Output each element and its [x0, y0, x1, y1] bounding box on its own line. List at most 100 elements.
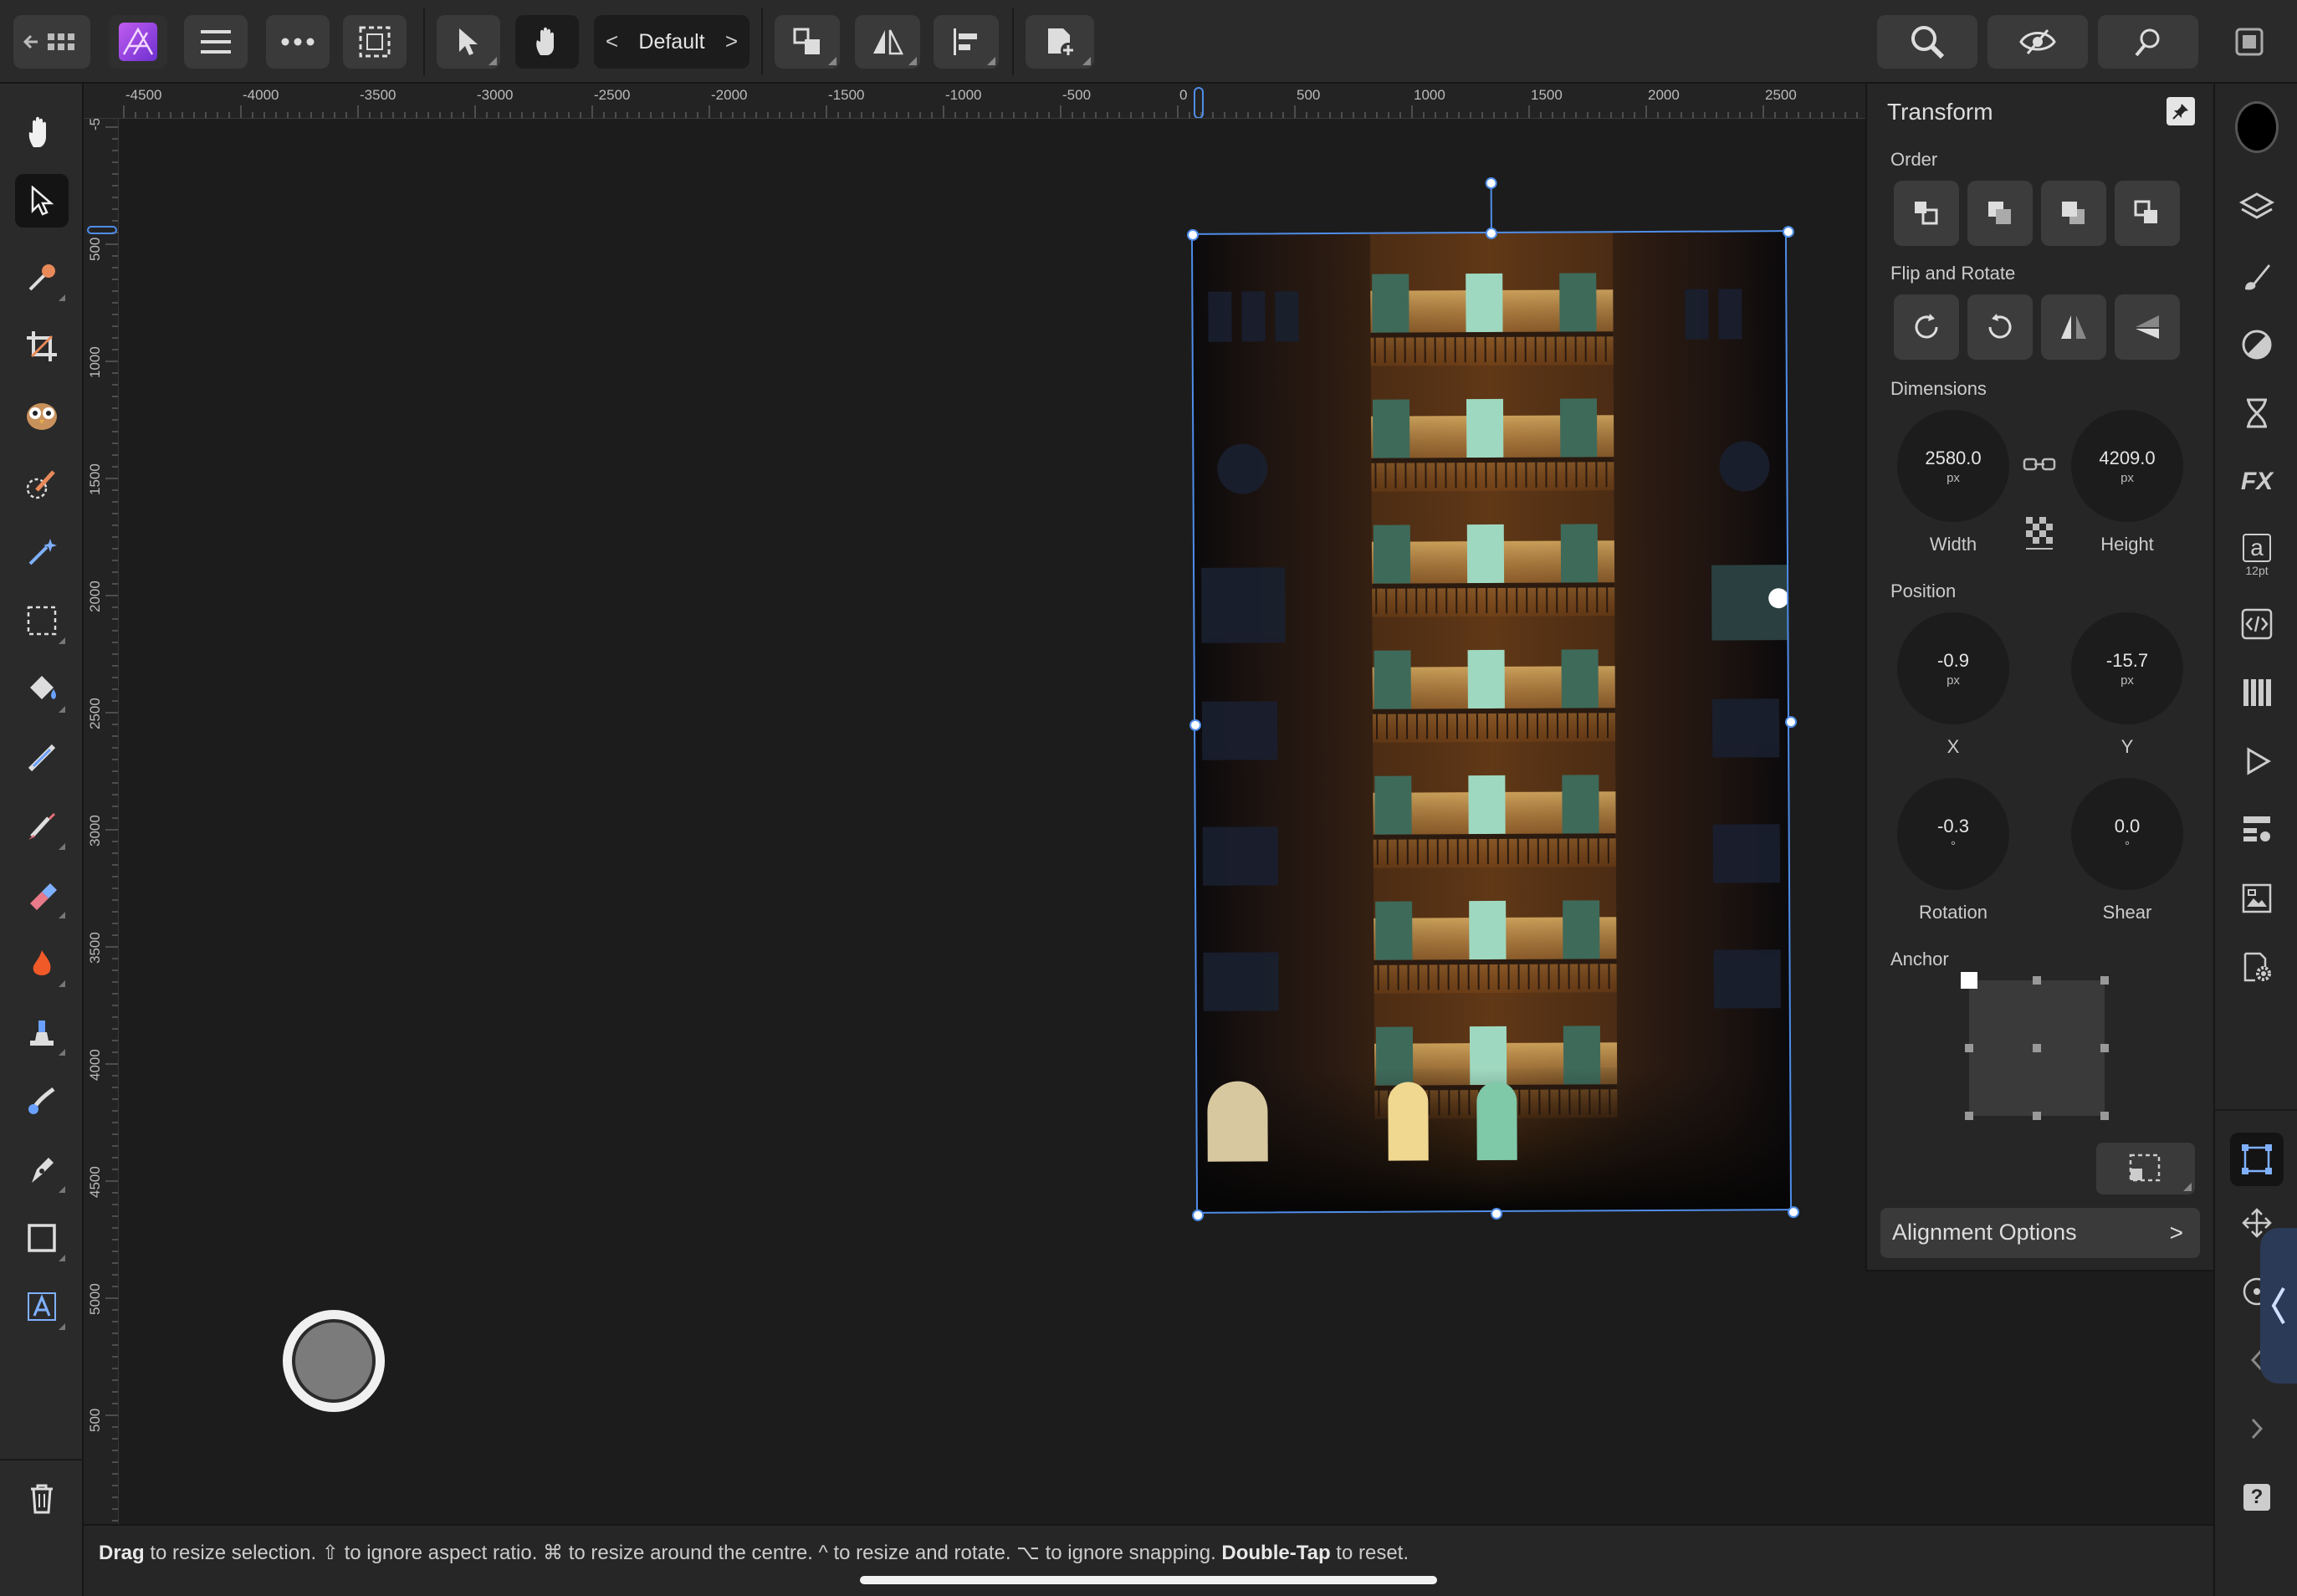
anchor-top[interactable] [2033, 976, 2041, 985]
anchor-selector[interactable] [1961, 972, 2109, 1120]
flood-select-tool[interactable] [15, 525, 69, 579]
pen-tool[interactable] [15, 1143, 69, 1196]
order-back-one-button[interactable] [1894, 181, 1959, 246]
hand-gesture-mode-button[interactable] [515, 15, 579, 69]
resize-handle-top-right[interactable] [1782, 226, 1794, 238]
erase-brush-tool[interactable] [15, 868, 69, 922]
transform-studio-button[interactable] [2230, 1133, 2284, 1186]
anchor-centre[interactable] [2033, 1044, 2041, 1052]
x-dial[interactable]: -0.9 px [1897, 612, 2009, 724]
anchor-bottom[interactable] [2033, 1112, 2041, 1120]
pin-panel-button[interactable] [2167, 97, 2195, 125]
macros-play-button[interactable] [2235, 739, 2279, 783]
history-studio-button[interactable] [2235, 391, 2279, 435]
flood-fill-tool[interactable] [15, 662, 69, 716]
document-menu-button[interactable] [184, 15, 248, 69]
anchor-top-left[interactable] [1961, 972, 1977, 989]
clone-brush-tool[interactable] [15, 1005, 69, 1059]
artistic-text-tool[interactable] [15, 1280, 69, 1333]
height-dial[interactable]: 4209.0 px [2071, 410, 2183, 522]
channels-studio-button[interactable] [2235, 671, 2279, 714]
persona-selector[interactable]: < Default > [594, 15, 749, 69]
expand-context-tab[interactable] [2260, 1228, 2297, 1384]
burn-brush-tool[interactable] [15, 937, 69, 990]
color-picker-tool[interactable] [15, 251, 69, 304]
anchor-right[interactable] [2100, 1044, 2109, 1052]
selection-brush-tool[interactable] [15, 457, 69, 510]
expand-right-button[interactable] [2235, 1407, 2279, 1450]
zoom-view-button[interactable] [1877, 15, 1977, 69]
more-options-button[interactable] [266, 15, 330, 69]
crop-tool[interactable] [15, 320, 69, 373]
persona-prev-icon[interactable]: < [606, 28, 618, 54]
navigator-studio-button[interactable] [2235, 877, 2279, 920]
rotation-dial[interactable]: -0.3 ° [1897, 778, 2009, 890]
gradient-tool[interactable] [15, 731, 69, 785]
ellipsis-icon [281, 38, 315, 46]
screen-record-button[interactable] [283, 1310, 385, 1412]
anchor-bottom-right[interactable] [2100, 1112, 2109, 1120]
view-tool[interactable] [15, 105, 69, 159]
effects-studio-button[interactable]: FX [2235, 460, 2279, 504]
adjustments-studio-button[interactable] [2235, 323, 2279, 366]
assistant-button[interactable] [2098, 15, 2198, 69]
persona-next-icon[interactable]: > [725, 28, 738, 54]
order-to-front-button[interactable] [2041, 181, 2106, 246]
settings-studio-button[interactable] [2235, 945, 2279, 989]
smudge-brush-tool[interactable] [15, 1074, 69, 1128]
resize-handle-left[interactable] [1189, 719, 1202, 731]
rotate-anticlockwise-button[interactable] [1967, 294, 2033, 360]
align-button[interactable] [934, 15, 999, 69]
rectangular-marquee-tool[interactable] [15, 594, 69, 647]
primary-color-swatch[interactable] [2235, 101, 2279, 153]
home-indicator[interactable] [860, 1576, 1437, 1584]
insert-button[interactable] [1026, 15, 1094, 69]
order-forward-one-button[interactable] [2115, 181, 2180, 246]
brushes-studio-button[interactable] [2235, 254, 2279, 298]
paint-brush-tool[interactable] [15, 800, 69, 853]
resize-handle-bottom[interactable] [1491, 1207, 1503, 1220]
y-dial[interactable]: -15.7 px [2071, 612, 2183, 724]
flip-vertical-button[interactable] [2115, 294, 2180, 360]
order-to-back-button[interactable] [1967, 181, 2033, 246]
library-studio-button[interactable] [2235, 808, 2279, 852]
panel-toggle-button[interactable] [2220, 15, 2279, 69]
view-mode-button[interactable] [1987, 15, 2088, 69]
rotate-handle[interactable] [1485, 176, 1497, 190]
anchor-left[interactable] [1965, 1044, 1973, 1052]
scale-with-object-button[interactable] [2023, 515, 2056, 552]
help-button[interactable]: ? [2235, 1476, 2279, 1519]
macro-studio-button[interactable] [2235, 602, 2279, 646]
width-dial[interactable]: 2580.0 px [1897, 410, 2009, 522]
anchor-options-button[interactable] [2096, 1143, 2195, 1194]
move-tool[interactable] [15, 174, 69, 228]
selection-bounding-box[interactable] [1186, 176, 1800, 1221]
flip-button[interactable] [855, 15, 920, 69]
anchor-top-right[interactable] [2100, 976, 2109, 985]
ruler-left-label: 4000 [87, 1049, 103, 1081]
app-logo-button[interactable] [109, 15, 167, 69]
ruler-top-label: -3500 [360, 87, 396, 103]
alignment-options-button[interactable]: Alignment Options > [1880, 1208, 2200, 1258]
canvas[interactable] [119, 119, 1865, 1524]
layers-studio-button[interactable] [2235, 186, 2279, 229]
selection-brush-owl-tool[interactable] [15, 388, 69, 442]
move-tool-mode-button[interactable] [437, 15, 500, 69]
character-studio-button[interactable]: a 12pt [2235, 529, 2279, 582]
selection-mode-button[interactable] [343, 15, 407, 69]
shear-dial[interactable]: 0.0 ° [2071, 778, 2183, 890]
resize-handle-top-left[interactable] [1186, 228, 1199, 241]
anchor-bottom-left[interactable] [1965, 1112, 1973, 1120]
home-grid-button[interactable] [13, 15, 90, 69]
rectangle-tool[interactable] [15, 1211, 69, 1265]
arrange-button[interactable] [775, 15, 840, 69]
lock-aspect-ratio-button[interactable] [2023, 452, 2056, 477]
flip-horizontal-icon [2061, 315, 2086, 339]
flip-horizontal-button[interactable] [2041, 294, 2106, 360]
rotate-clockwise-button[interactable] [1894, 294, 1959, 360]
resize-handle-right[interactable] [1784, 716, 1798, 729]
resize-handle-bottom-right[interactable] [1788, 1206, 1800, 1219]
resize-handle-top[interactable] [1485, 227, 1497, 240]
delete-button[interactable] [15, 1472, 69, 1526]
resize-handle-bottom-left[interactable] [1192, 1209, 1205, 1221]
